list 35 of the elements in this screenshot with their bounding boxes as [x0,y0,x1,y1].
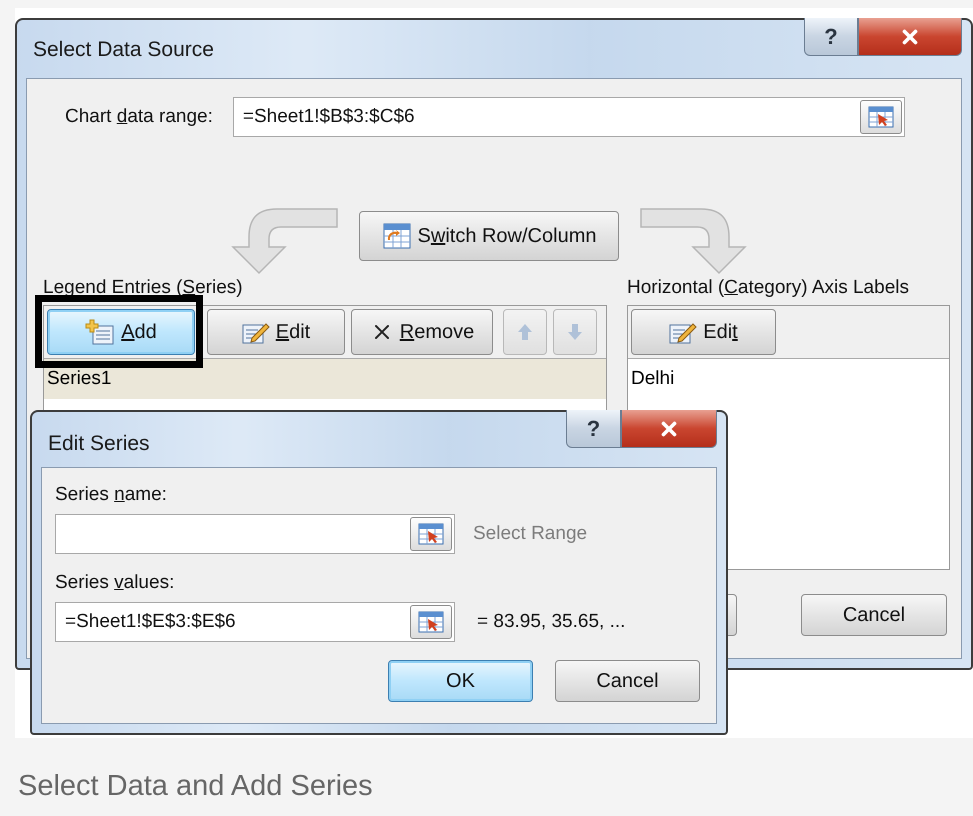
help-button[interactable]: ? [566,410,621,448]
ok-button[interactable]: OK [388,660,533,702]
remove-button[interactable]: Remove [351,309,493,355]
cancel-button[interactable]: Cancel [555,660,700,702]
range-picker-button[interactable] [410,517,452,551]
range-picker-icon [868,106,894,128]
switch-table-icon [382,222,412,250]
select-range-hint: Select Range [473,523,588,545]
switch-row-column-button[interactable]: Switch Row/Column [359,211,619,261]
dialog-title: Select Data Source [33,38,214,62]
dialog-title: Edit Series [48,432,150,456]
help-button[interactable]: ? [804,18,858,56]
series-name-label: Series name: [55,484,168,506]
series-list-item[interactable]: Series1 [44,359,606,399]
series-values-field[interactable]: =Sheet1!$E$3:$E$6 [55,602,455,642]
chart-data-range-label: Chart data range: [65,106,213,128]
up-arrow-icon [517,323,533,341]
range-picker-icon [418,523,444,545]
axis-edit-button[interactable]: Edit [631,309,776,355]
range-picker-button[interactable] [410,605,452,639]
add-button[interactable]: Add [47,309,195,355]
cancel-button[interactable]: Cancel [801,594,947,636]
close-button[interactable] [858,18,962,56]
add-document-icon [85,319,116,345]
series-name-field[interactable] [55,514,455,554]
series-values-label: Series values: [55,572,176,594]
range-picker-icon [418,611,444,633]
figure-caption: Select Data and Add Series [18,770,374,803]
axis-labels-label: Horizontal (Category) Axis Labels [627,277,909,298]
chart-data-range-field[interactable]: =Sheet1!$B$3:$C$6 [232,97,905,137]
values-preview: = 83.95, 35.65, ... [477,611,626,633]
down-arrow-icon [567,323,583,341]
close-button[interactable] [621,410,717,448]
range-picker-button[interactable] [860,100,902,134]
edit-button[interactable]: Edit [207,309,345,355]
